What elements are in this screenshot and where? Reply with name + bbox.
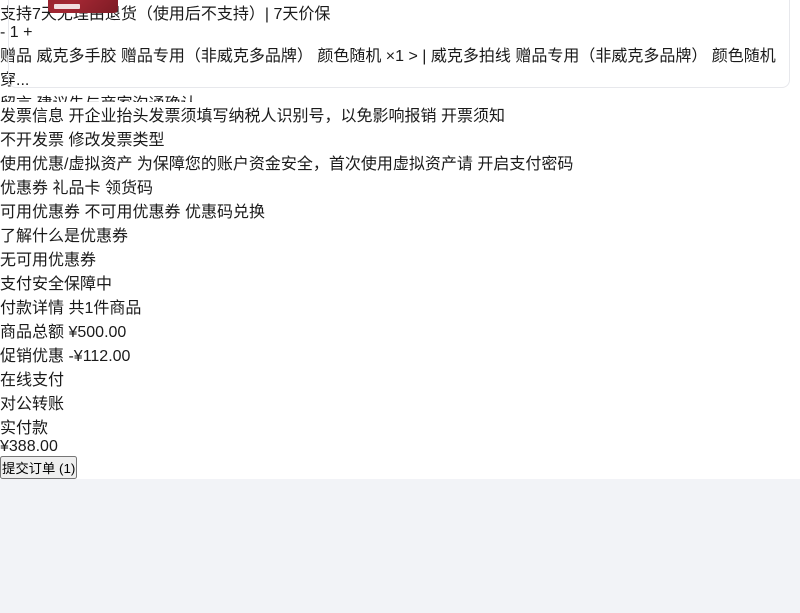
method-online-payment[interactable]: 在线支付 — [0, 366, 800, 390]
filter-coupon-code-redeem[interactable]: 优惠码兑换 — [185, 204, 265, 221]
order-card: 支持7天无理由退货（使用后不支持）| 7天价保 - 1 + 赠品 威克多手胶 赠… — [0, 0, 800, 113]
invoice-value: 不开发票 — [0, 132, 65, 149]
learn-prefix: 了解 — [0, 228, 33, 245]
security-banner-text: 支付安全保障中 — [0, 276, 113, 293]
total-value: ¥388.00 — [0, 438, 58, 455]
invoice-subtitle: 开企业抬头发票须填写纳税人识别号，以免影响报销 — [68, 108, 437, 125]
coupon-filters: 可用优惠券 不可用优惠券 优惠码兑换 — [0, 198, 800, 222]
invoice-notice-link[interactable]: 开票须知 — [441, 108, 505, 125]
invoice-notice-label: 开票须知 — [440, 108, 505, 125]
promo-discount-value: -¥112.00 — [68, 348, 131, 365]
filter-available-coupons[interactable]: 可用优惠券 — [0, 204, 80, 221]
shop-items-box — [8, 0, 790, 88]
tab-pickup-code[interactable]: 领货码 — [105, 180, 153, 197]
total-label: 实付款 — [0, 420, 49, 437]
quantity-decrease-button[interactable]: - — [0, 24, 5, 41]
enable-pay-password-link[interactable]: 开启支付密码 — [477, 156, 573, 173]
payment-card: 支付安全保障中 付款详情 共1件商品 商品总额 ¥500.00 促销优惠 -¥1… — [0, 270, 800, 479]
online-payment-label: 在线支付 — [0, 372, 65, 389]
item-count: 共1件商品 — [68, 300, 142, 317]
method-corporate-transfer[interactable]: 对公转账 — [0, 390, 800, 414]
invoice-title: 发票信息 — [0, 108, 65, 125]
assets-card: 使用优惠/虚拟资产 为保障您的账户资金安全，首次使用虚拟资产请 开启支付密码 优… — [0, 150, 800, 270]
payment-details-title: 付款详情 — [0, 300, 65, 317]
modify-invoice-label: 修改发票类型 — [68, 132, 165, 149]
assets-security-tip: 为保障您的账户资金安全，首次使用虚拟资产请 — [136, 156, 473, 173]
invoice-card: 发票信息 开企业抬头发票须填写纳税人识别号，以免影响报销 开票须知 不开发票 修… — [0, 102, 800, 150]
goods-total-label: 商品总额 — [0, 324, 65, 341]
corporate-transfer-label: 对公转账 — [0, 396, 65, 413]
no-coupons-text: 无可用优惠券 — [0, 252, 97, 269]
promo-discount-label: 促销优惠 — [0, 348, 65, 365]
learn-coupon-link[interactable]: 了解什么是优惠券 — [0, 222, 800, 246]
tab-coupon[interactable]: 优惠券 — [0, 180, 48, 197]
learn-link-text[interactable]: 什么是优惠券 — [32, 228, 128, 245]
tab-gift-card[interactable]: 礼品卡 — [52, 180, 100, 197]
product-image[interactable] — [48, 0, 118, 13]
payment-security-banner: 支付安全保障中 — [0, 270, 800, 294]
assets-title: 使用优惠/虚拟资产 — [0, 156, 133, 173]
assets-tabs: 优惠券 礼品卡 领货码 — [0, 174, 800, 198]
filter-unavailable-coupons[interactable]: 不可用优惠券 — [84, 204, 180, 221]
product-image-detail — [54, 4, 80, 9]
goods-total-value: ¥500.00 — [68, 324, 127, 341]
modify-invoice-link[interactable]: 修改发票类型 — [68, 132, 164, 149]
submit-order-button[interactable]: 提交订单 (1) — [0, 456, 78, 479]
